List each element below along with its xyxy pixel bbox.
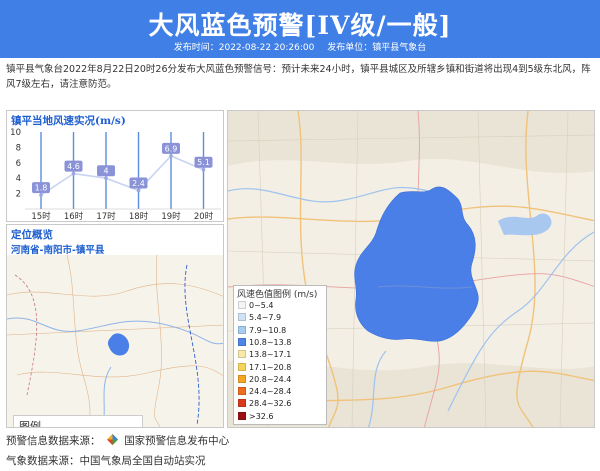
wind-legend-item: 28.4~32.6 — [238, 399, 291, 410]
x-tick-label: 17时 — [96, 211, 116, 222]
minimap-legend: 图例 国界 省界 — [13, 415, 143, 428]
wind-data-point — [71, 171, 76, 176]
x-tick-label: 15时 — [31, 211, 51, 222]
wind-legend-item: 10.8~13.8 — [238, 337, 292, 349]
x-tick-label: 19时 — [161, 211, 181, 222]
wind-data-label: 4 — [103, 167, 108, 176]
y-tick-label: 4 — [16, 174, 21, 184]
minimap-legend-title: 图例 — [19, 420, 41, 428]
wind-legend-swatch — [238, 325, 246, 334]
wind-legend-swatch — [238, 337, 246, 346]
wind-data-point — [39, 193, 43, 197]
wind-speed-panel: 镇平当地风速实况(m/s) 2 4 6 8 10 1.8 4.6 4 2.4 6.9 5.1 15时 1… — [6, 110, 224, 222]
wind-legend-swatch — [238, 387, 246, 396]
wind-legend-swatch — [238, 313, 246, 322]
warning-source-name: 国家预警信息发布中心 — [124, 435, 230, 447]
wind-data-point — [201, 167, 206, 172]
publisher: 发布单位：镇平县气象台 — [327, 43, 427, 53]
warning-header: 大风蓝色预警[IV级/一般] 发布时间：2022-08-22 20:26:00 … — [0, 0, 600, 58]
wind-data-label: 4.6 — [67, 162, 80, 171]
y-tick-label: 10 — [10, 128, 21, 138]
location-title: 定位概览 — [11, 229, 53, 241]
wind-data-label: 1.8 — [35, 184, 48, 193]
wind-legend-item: 13.8~17.1 — [238, 350, 291, 361]
wind-legend-label: 10.8~13.8 — [249, 337, 292, 347]
location-panel: 定位概览 河南省-南阳市-镇平县 图例 国界 省界 — [6, 224, 224, 428]
wind-legend-label: 5.4~7.9 — [249, 313, 282, 323]
publish-time: 发布时间：2022-08-22 20:26:00 — [173, 43, 315, 53]
wind-legend-item: 7.9~10.8 — [238, 325, 287, 337]
wind-legend-item: >32.6 — [238, 411, 274, 423]
weather-source-line: 气象数据来源：中国气象局全国自动站实况 — [6, 455, 206, 467]
warning-title: 大风蓝色预警[IV级/一般] — [148, 11, 452, 40]
wind-legend-swatch — [238, 350, 246, 359]
wind-legend-item: 0~5.4 — [238, 301, 274, 312]
warning-source-line: 预警信息数据来源： 国家预警信息发布中心 — [6, 433, 229, 448]
wind-legend-item: 24.4~28.4 — [238, 387, 291, 398]
warning-source-label: 预警信息数据来源： — [6, 435, 101, 447]
wind-color-legend: 风速色值图例 (m/s) 0~5.4 5.4~7.9 7.9~10.8 10.8~13… — [233, 285, 327, 425]
wind-data-label: 2.4 — [132, 179, 145, 188]
wind-legend-item: 17.1~20.8 — [238, 362, 292, 374]
wind-legend-swatch — [238, 399, 246, 408]
wind-data-label: 6.9 — [165, 144, 178, 153]
wind-data-point — [169, 154, 173, 158]
wind-legend-label: 28.4~32.6 — [249, 399, 292, 409]
wind-legend-swatch — [238, 374, 246, 383]
wind-data-point — [104, 176, 108, 180]
wind-legend-label: >32.6 — [249, 411, 274, 421]
location-region: 河南省-南阳市-镇平县 — [11, 245, 105, 256]
minimap-svg — [7, 254, 223, 427]
wind-legend-item: 20.8~24.4 — [238, 374, 292, 386]
wind-legend-title: 风速色值图例 (m/s) — [237, 290, 318, 300]
x-tick-label: 18时 — [129, 211, 149, 222]
wind-legend-label: 7.9~10.8 — [249, 325, 287, 335]
wind-legend-item: 5.4~7.9 — [238, 313, 281, 324]
wind-legend-label: 24.4~28.4 — [249, 387, 292, 397]
warning-meta: 发布时间：2022-08-22 20:26:00 发布单位：镇平县气象台 — [0, 40, 600, 53]
wind-speed-chart: 2 4 6 8 10 1.8 4.6 4 2.4 6.9 5.1 15时 16时 17时 18时 19时 20时 — [10, 128, 221, 222]
x-tick-label: 16时 — [64, 211, 84, 222]
wind-legend-label: 0~5.4 — [249, 301, 274, 310]
wind-legend-swatch — [238, 301, 246, 309]
wind-legend-label: 17.1~20.8 — [249, 362, 292, 372]
wind-legend-swatch — [238, 362, 246, 371]
wind-legend-label: 13.8~17.1 — [249, 350, 292, 360]
warning-center-logo-icon — [106, 433, 118, 446]
wind-data-label: 5.1 — [197, 158, 210, 167]
wind-legend-label: 20.8~24.4 — [249, 374, 292, 384]
warning-description: 镇平县气象台2022年8月22日20时26分发布大风蓝色预警信号：预计未来24小… — [6, 64, 591, 90]
y-tick-label: 6 — [16, 159, 21, 169]
x-tick-label: 20时 — [194, 211, 214, 222]
wind-legend-swatch — [238, 411, 246, 420]
location-minimap[interactable]: 图例 国界 省界 — [7, 254, 223, 428]
y-tick-label: 2 — [16, 190, 21, 200]
y-tick-label: 8 — [16, 143, 21, 153]
wind-data-point — [136, 188, 141, 193]
